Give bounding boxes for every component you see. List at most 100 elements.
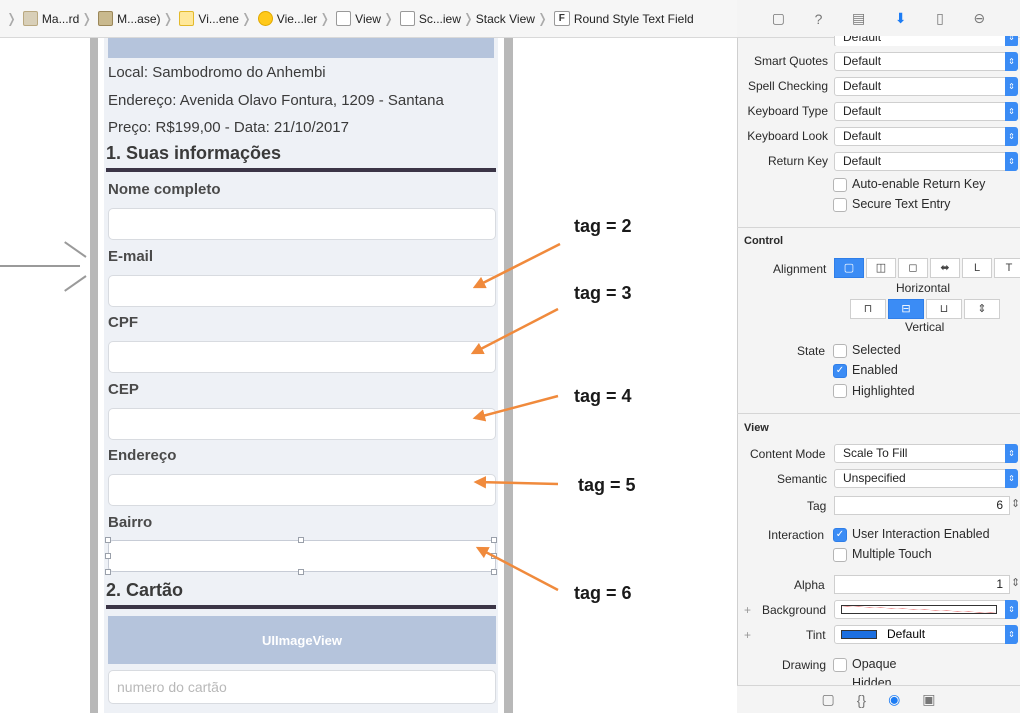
storyboard-icon [179, 11, 195, 26]
tag-field[interactable]: 6 [834, 496, 1010, 515]
breadcrumb-4[interactable]: ❭ View [317, 11, 381, 27]
chevron-updown-icon: ⇕ [1005, 102, 1018, 121]
breadcrumb-5[interactable]: ❭ Sc...iew [381, 11, 461, 27]
semantic-popup[interactable]: Unspecified ⇕ [834, 469, 1018, 488]
align-trailing-button[interactable]: T [994, 258, 1020, 278]
stack-view[interactable] [104, 38, 498, 713]
image-view-placeholder[interactable]: UIImageView [108, 616, 496, 664]
alignment-label: Alignment [773, 262, 827, 276]
valign-fill-button[interactable]: ⇕ [964, 299, 1000, 319]
tag-annotation: tag = 3 [574, 283, 632, 303]
breadcrumb-6[interactable]: ❭ Stack View [461, 11, 535, 27]
clear-color-swatch [841, 605, 997, 614]
state-selected-label: Selected [852, 343, 901, 357]
breadcrumb-3[interactable]: ❭ Vie...ler [239, 11, 317, 27]
section-title-card: 2. Cartão [106, 580, 184, 600]
resize-handle[interactable] [105, 553, 111, 559]
resize-handle[interactable] [105, 537, 111, 543]
align-leading-button[interactable]: L [962, 258, 992, 278]
resize-handle[interactable] [491, 537, 497, 543]
smart-quotes-popup[interactable]: Default ⇕ [834, 52, 1018, 71]
breadcrumb-7[interactable]: ❭ F Round Style Text Field [535, 11, 694, 27]
user-interaction-checkbox[interactable]: ✓ [833, 528, 847, 542]
code-snippet-icon[interactable]: {} [857, 692, 866, 708]
content-mode-popup[interactable]: Scale To Fill ⇕ [834, 444, 1018, 463]
alpha-field[interactable]: 1 [834, 575, 1010, 594]
semantic-label: Semantic [777, 472, 828, 486]
email-field[interactable] [108, 275, 496, 307]
align-fill-button[interactable]: ⬌ [930, 258, 960, 278]
attributes-icon[interactable]: ⬇ [895, 10, 907, 27]
address-field[interactable] [108, 474, 496, 506]
field-label-cpf: CPF [108, 314, 138, 331]
multiple-touch-label: Multiple Touch [852, 547, 932, 561]
breadcrumb-1[interactable]: ❭ M...ase) [79, 11, 161, 27]
library-bar: ▢ {} ◉ ▣ [737, 685, 1020, 713]
tag-annotation: tag = 6 [574, 583, 632, 603]
resize-handle[interactable] [298, 537, 304, 543]
size-icon[interactable]: ▯ [936, 10, 944, 27]
align-center-button[interactable]: ◫ [866, 258, 896, 278]
keyboard-type-popup[interactable]: Default ⇕ [834, 102, 1018, 121]
breadcrumb-2[interactable]: ❭ Vi...ene [161, 11, 239, 27]
smart-insert-popup[interactable]: Default ⇕ [834, 36, 1018, 46]
add-variation-icon[interactable]: + [744, 628, 751, 642]
help-icon[interactable]: ? [815, 11, 823, 27]
state-enabled-checkbox[interactable]: ✓ [833, 364, 847, 378]
chevron-updown-icon: ⇕ [1005, 444, 1018, 463]
opaque-checkbox[interactable] [833, 658, 847, 672]
breadcrumb-0[interactable]: ❭ Ma...rd [4, 11, 79, 27]
resize-handle[interactable] [298, 569, 304, 575]
card-number-field[interactable]: numero do cartão [108, 670, 496, 704]
chevron-updown-icon: ⇕ [1005, 625, 1018, 644]
section-separator [737, 413, 1020, 414]
vertical-label: Vertical [905, 320, 945, 334]
state-selected-checkbox[interactable] [833, 344, 847, 358]
resize-handle[interactable] [491, 553, 497, 559]
neighborhood-field[interactable] [108, 540, 496, 572]
stepper-icon[interactable]: ⇕ [1011, 497, 1020, 510]
align-left-button[interactable]: ▢ [834, 258, 864, 278]
price-label: Preço: R$199,00 - Data: 21/10/2017 [108, 119, 349, 136]
event-image[interactable] [108, 38, 494, 58]
valign-center-button[interactable]: ⊟ [888, 299, 924, 319]
state-highlighted-label: Highlighted [852, 384, 915, 398]
identity-icon[interactable]: ▤ [852, 10, 865, 27]
state-label: State [797, 344, 826, 358]
name-field[interactable] [108, 208, 496, 240]
resize-handle[interactable] [491, 569, 497, 575]
file-icon [98, 11, 114, 26]
auto-enable-return-label: Auto-enable Return Key [852, 177, 986, 191]
scroll-view-icon [399, 11, 415, 26]
auto-enable-return-checkbox[interactable] [833, 178, 847, 192]
align-right-button[interactable]: ◻ [898, 258, 928, 278]
connections-icon[interactable]: ⊖ [973, 10, 985, 27]
media-library-icon[interactable]: ▣ [922, 691, 935, 708]
tag-annotation: tag = 2 [574, 216, 632, 236]
object-library-icon[interactable]: ◉ [888, 691, 900, 708]
valign-bottom-button[interactable]: ⊔ [926, 299, 962, 319]
chevron-updown-icon: ⇕ [1005, 77, 1018, 96]
stepper-icon[interactable]: ⇕ [1011, 576, 1020, 589]
view-controller-icon [257, 11, 273, 26]
tint-label: Tint [806, 628, 826, 642]
state-enabled-label: Enabled [852, 363, 898, 377]
state-highlighted-checkbox[interactable] [833, 384, 847, 398]
resize-handle[interactable] [105, 569, 111, 575]
spell-checking-popup[interactable]: Default ⇕ [834, 77, 1018, 96]
cep-field[interactable] [108, 408, 496, 440]
secure-entry-checkbox[interactable] [833, 198, 847, 212]
return-key-popup[interactable]: Default ⇕ [834, 152, 1018, 171]
valign-top-button[interactable]: ⊓ [850, 299, 886, 319]
add-variation-icon[interactable]: + [744, 603, 751, 617]
section-separator [737, 227, 1020, 228]
tint-color-well[interactable]: Default ⇕ [834, 625, 1018, 644]
multiple-touch-checkbox[interactable] [833, 548, 847, 562]
cpf-field[interactable] [108, 341, 496, 373]
section-divider [106, 168, 496, 172]
file-icon[interactable]: ▢ [772, 10, 785, 27]
background-color-well[interactable]: ⇕ [834, 600, 1018, 619]
inspector-row-smart-insert: Default ⇕ [737, 36, 1020, 46]
keyboard-look-popup[interactable]: Default ⇕ [834, 127, 1018, 146]
file-template-icon[interactable]: ▢ [821, 691, 834, 708]
